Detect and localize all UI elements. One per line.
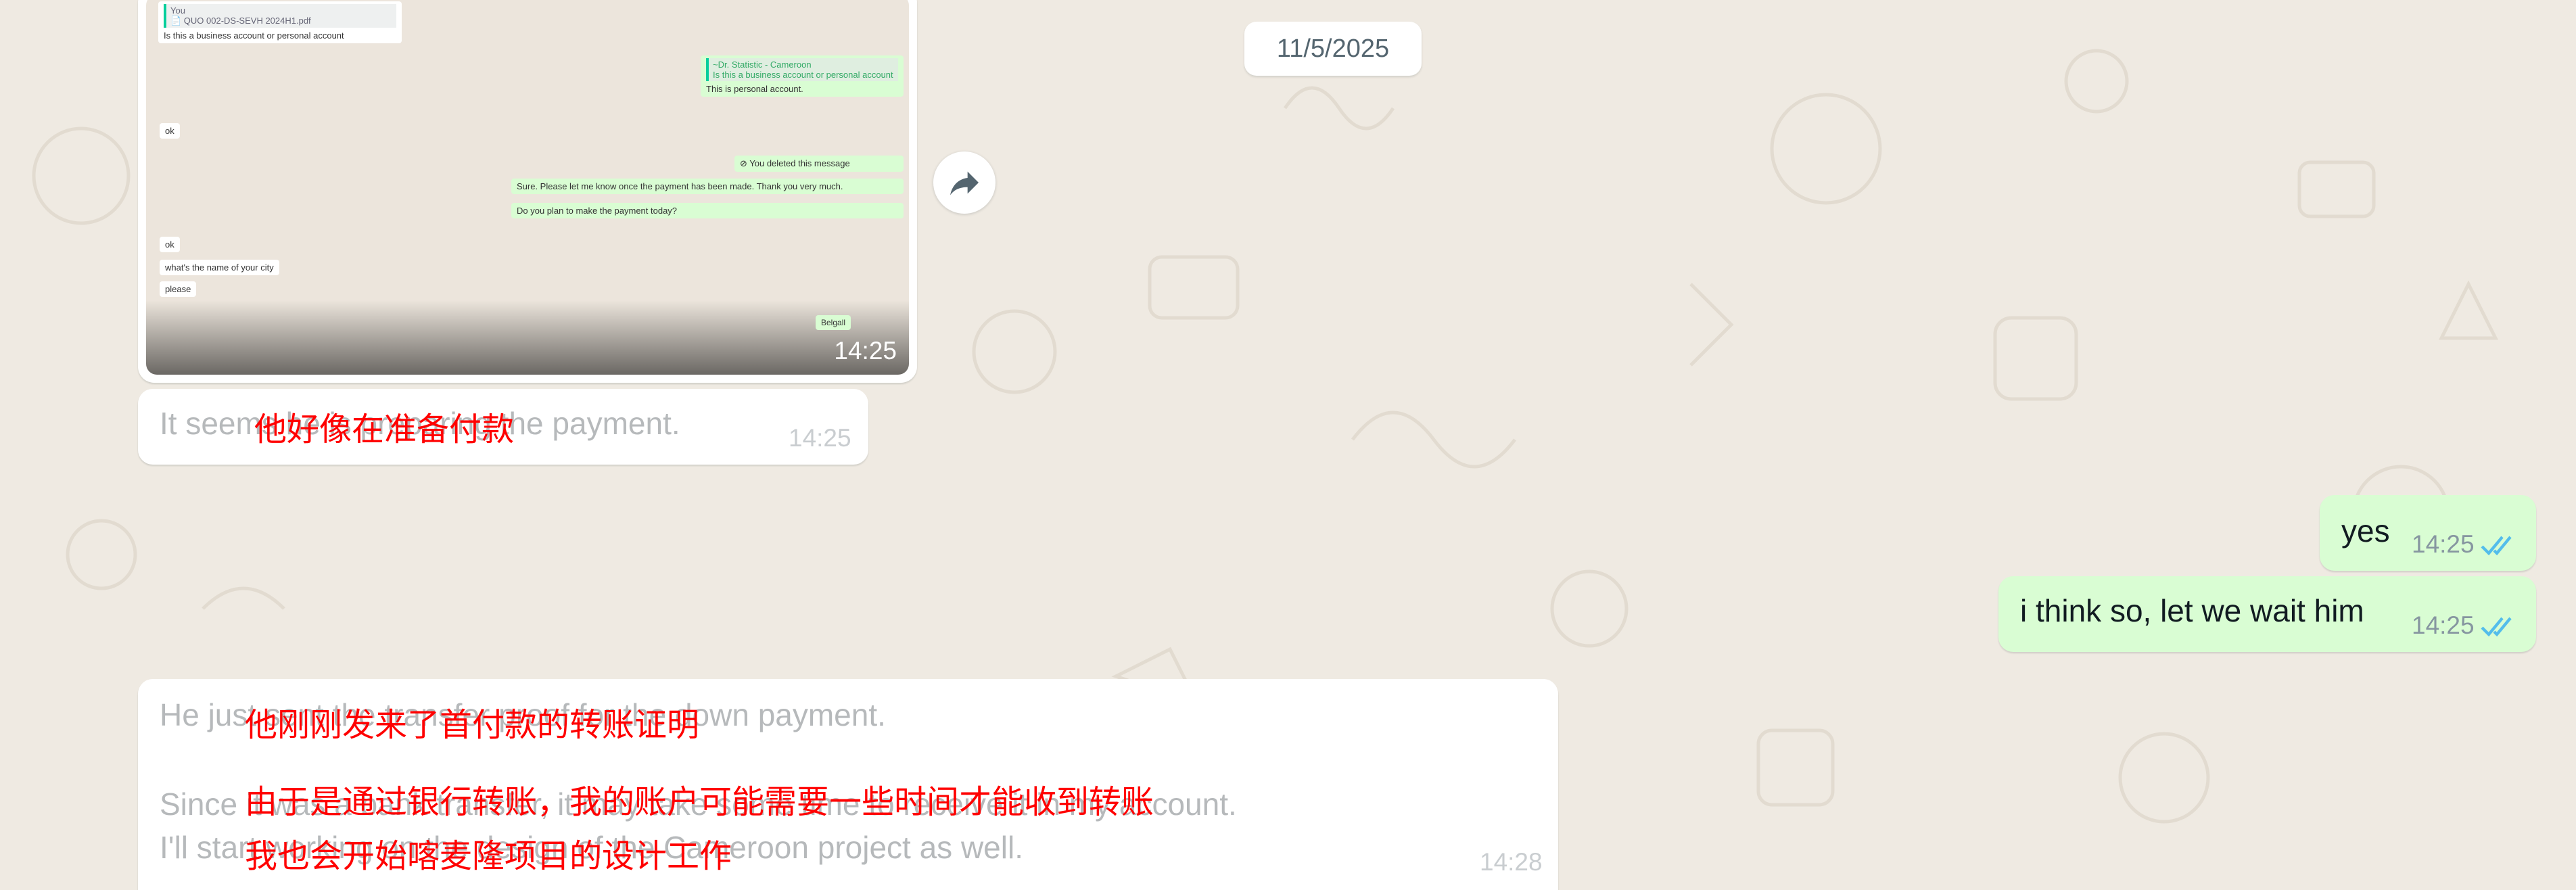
message-text: yes: [2341, 513, 2390, 548]
incoming-message[interactable]: He just sent the transfer proof for the …: [138, 679, 1558, 890]
message-text: i think so, let we wait him: [2020, 593, 2364, 628]
image-preview[interactable]: You 📄 QUO 002-DS-SEVH 2024H1.pdf Is this …: [146, 0, 909, 375]
double-check-icon: [2481, 536, 2512, 556]
preview-please-message: please: [160, 281, 197, 297]
message-time: 14:25: [2412, 530, 2475, 558]
image-message-time: 14:25: [834, 337, 897, 365]
preview-badge: Belgall: [816, 315, 851, 330]
forward-icon: [950, 171, 979, 195]
forward-button[interactable]: [933, 151, 996, 214]
preview-quoted-message: You 📄 QUO 002-DS-SEVH 2024H1.pdf Is this …: [158, 1, 402, 43]
preview-city-message: what's the name of your city: [160, 260, 279, 275]
message-time: 14:25: [789, 424, 851, 452]
preview-reply-quote: ~Dr. Statistic - Cameroon Is this a busin…: [706, 58, 898, 81]
preview-plan-message: Do you plan to make the payment today?: [511, 203, 904, 218]
preview-ok-2: ok: [160, 237, 180, 252]
outgoing-message[interactable]: yes 14:25: [2320, 495, 2536, 571]
message-time: 14:28: [1480, 848, 1543, 876]
preview-reply-message: ~Dr. Statistic - Cameroon Is this a busin…: [701, 55, 904, 97]
image-message[interactable]: You 📄 QUO 002-DS-SEVH 2024H1.pdf Is this …: [138, 0, 917, 383]
image-bottom-gradient: [146, 300, 909, 375]
translation-overlay: 我也会开始喀麦隆项目的设计工作: [245, 837, 732, 875]
message-time: 14:25: [2412, 611, 2475, 639]
translation-overlay: 由于是通过银行转账，我的账户可能需要一些时间才能收到转账: [245, 783, 1154, 821]
double-check-icon: [2481, 617, 2512, 637]
outgoing-message[interactable]: i think so, let we wait him 14:25: [1998, 576, 2536, 652]
translation-overlay: 他刚刚发来了首付款的转账证明: [245, 706, 700, 744]
preview-quote: You 📄 QUO 002-DS-SEVH 2024H1.pdf: [164, 4, 396, 28]
preview-sure-message: Sure. Please let me know once the paymen…: [511, 179, 904, 194]
incoming-message[interactable]: It seems he is preparing the payment. 14…: [138, 389, 868, 465]
translation-overlay: 他好像在准备付款: [254, 411, 515, 448]
date-divider: 11/5/2025: [1244, 22, 1422, 76]
preview-ok-1: ok: [160, 123, 180, 139]
date-divider-label: 11/5/2025: [1276, 34, 1390, 63]
preview-deleted: ⊘ You deleted this message: [734, 156, 904, 172]
